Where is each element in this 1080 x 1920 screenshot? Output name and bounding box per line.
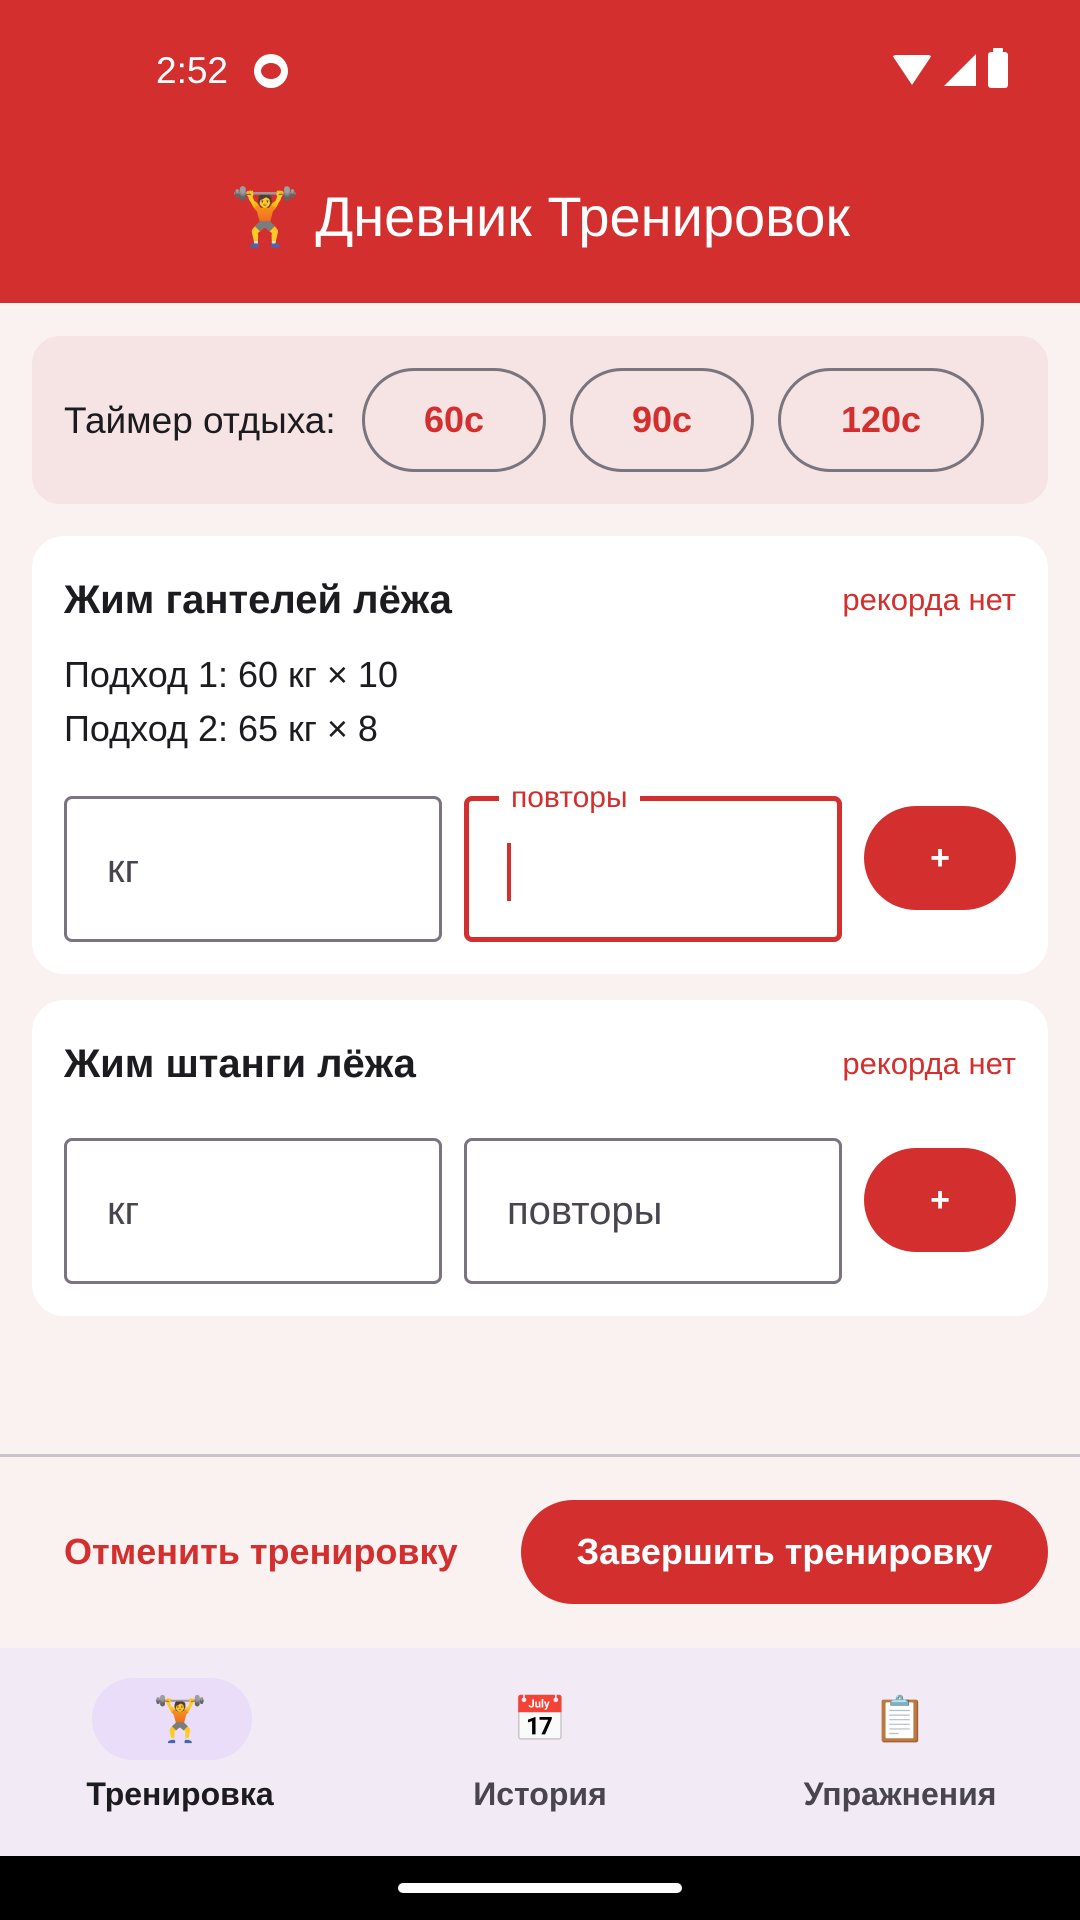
set-entry: Подход 2: 65 кг × 8 [64,708,378,749]
rest-timer-label: Таймер отдыха: [64,400,336,441]
exercise-name: Жим гантелей лёжа [64,578,452,622]
weight-input[interactable]: кг [64,1138,442,1284]
add-set-button[interactable]: + [864,806,1016,910]
timer-60-button[interactable]: 60с [362,368,546,472]
weight-input[interactable]: кг [64,796,442,942]
weight-placeholder: кг [107,1189,140,1233]
timer-90-button[interactable]: 90с [570,368,754,472]
nav-item-workout[interactable]: 🏋️ Тренировка [0,1648,360,1856]
reps-input[interactable]: повторы [464,1138,842,1284]
timer-120-button[interactable]: 120с [778,368,984,472]
nav-label: История [473,1776,607,1812]
reps-floating-label: повторы [499,781,640,815]
gesture-navigation-area [0,1856,1080,1920]
weightlifter-icon: 🏋️ [152,1695,208,1744]
app-bar: 2:52 🏋️ Дневник Тренировок [0,0,1080,303]
bottom-navigation: 🏋️ Тренировка 📅 История 📋 Упражнения [0,1648,1080,1856]
status-icons [892,48,1008,88]
gesture-handle[interactable] [398,1883,682,1893]
exercise-card: Жим гантелей лёжа рекорда нет Подход 1: … [32,536,1048,974]
finish-workout-button[interactable]: Завершить тренировку [521,1500,1048,1604]
status-bar: 2:52 [0,0,1080,142]
battery-icon [988,48,1008,88]
reps-input[interactable]: повторы [464,781,842,942]
add-set-button[interactable]: + [864,1148,1016,1252]
signal-icon [944,54,976,86]
wifi-icon [892,55,932,85]
nav-label: Тренировка [86,1776,274,1812]
exercise-record: рекорда нет [842,1046,1016,1081]
text-cursor [507,843,511,901]
exercise-name: Жим штанги лёжа [64,1042,416,1086]
exercise-card: Жим штанги лёжа рекорда нет кг повторы + [32,1000,1048,1316]
set-entry: Подход 1: 60 кг × 10 [64,654,398,695]
rest-timer-panel: Таймер отдыха: 60с 90с 120с [32,336,1048,504]
clipboard-icon: 📋 [872,1695,928,1744]
app-title: 🏋️ Дневник Тренировок [230,185,850,248]
notification-app-icon [254,54,288,88]
reps-placeholder: повторы [507,1189,663,1233]
nav-label: Упражнения [803,1776,997,1812]
weight-placeholder: кг [107,847,140,891]
status-time: 2:52 [156,50,229,91]
calendar-icon: 📅 [512,1695,568,1744]
nav-item-history[interactable]: 📅 История [360,1648,720,1856]
exercise-record: рекорда нет [842,582,1016,617]
cancel-workout-button[interactable]: Отменить тренировку [64,1500,458,1604]
divider [0,1454,1080,1457]
nav-item-exercises[interactable]: 📋 Упражнения [720,1648,1080,1856]
